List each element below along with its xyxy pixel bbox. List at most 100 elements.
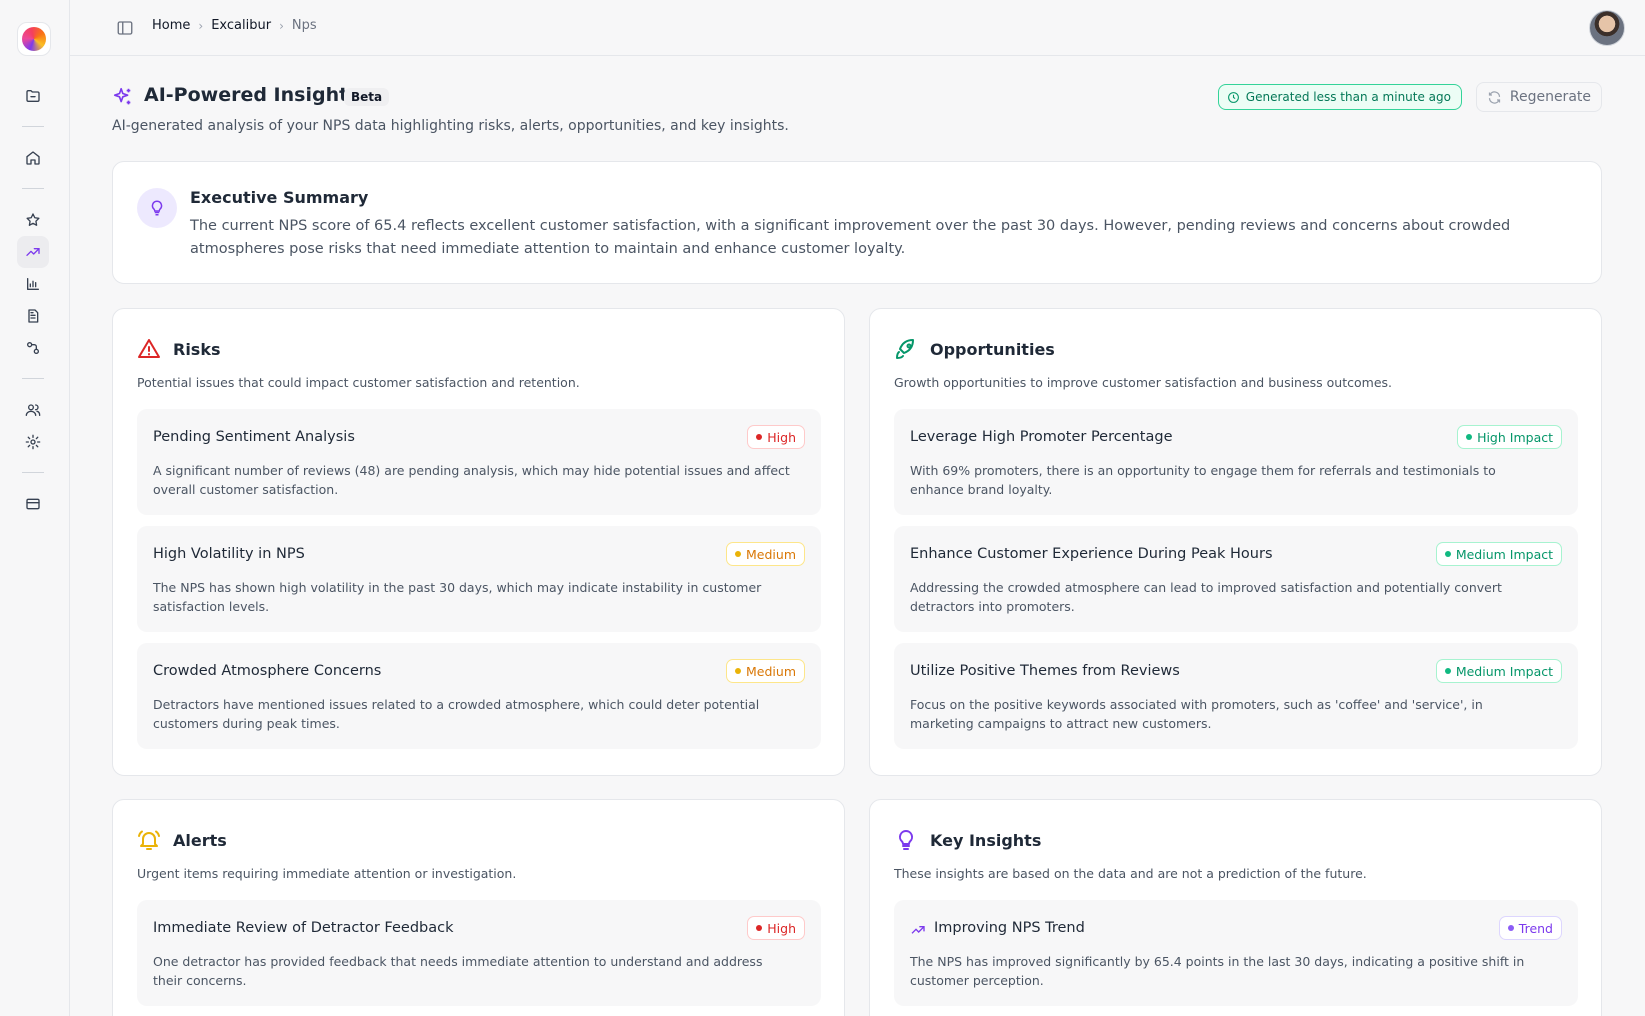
summary-title: Executive Summary <box>190 188 369 207</box>
status-dot <box>756 925 763 931</box>
sidebar-item-reports[interactable] <box>17 300 49 332</box>
trending-up-icon <box>910 922 926 938</box>
page-subtitle: AI-generated analysis of your NPS data h… <box>112 118 789 134</box>
alert-triangle-icon <box>137 337 161 361</box>
sidebar-item-team[interactable] <box>17 394 49 426</box>
app-logo[interactable] <box>17 22 51 56</box>
regenerate-label: Regenerate <box>1509 89 1591 105</box>
breadcrumb-home[interactable]: Home <box>152 18 190 33</box>
credit-card-icon <box>26 498 40 510</box>
opportunity-item-text: With 69% promoters, there is an opportun… <box>910 463 1496 497</box>
risk-item-title: Crowded Atmosphere Concerns <box>153 663 382 679</box>
opportunity-item-text: Focus on the positive keywords associate… <box>910 697 1483 731</box>
lightbulb-icon <box>137 188 177 228</box>
risk-item[interactable]: Crowded Atmosphere Concerns Medium Detra… <box>137 643 821 749</box>
impact-badge: High Impact <box>1457 425 1562 449</box>
sidebar-divider <box>22 188 44 189</box>
risk-item-title: Pending Sentiment Analysis <box>153 429 355 445</box>
breadcrumb: Home › Excalibur › Nps <box>152 18 317 33</box>
risk-item[interactable]: High Volatility in NPS Medium The NPS ha… <box>137 526 821 632</box>
sidebar-item-analytics[interactable] <box>17 268 49 300</box>
risks-card: Risks Potential issues that could impact… <box>112 308 845 776</box>
sidebar-item-projects[interactable] <box>17 80 49 112</box>
sidebar-item-favorites[interactable] <box>17 204 49 236</box>
logo-mark <box>22 27 46 51</box>
document-icon <box>28 309 39 323</box>
sidebar-item-billing[interactable] <box>17 488 49 520</box>
chevron-right-icon: › <box>198 18 204 33</box>
impact-badge: Medium Impact <box>1435 659 1562 683</box>
risk-item-text: A significant number of reviews (48) are… <box>153 463 790 497</box>
insight-item-title: Improving NPS Trend <box>934 920 1085 936</box>
breadcrumb-current: Nps <box>291 18 317 33</box>
sidebar-divider <box>22 378 44 379</box>
severity-badge-label: Medium <box>746 546 796 562</box>
status-dot <box>756 434 763 440</box>
opportunity-item[interactable]: Leverage High Promoter Percentage High I… <box>894 409 1578 515</box>
risk-item-title: High Volatility in NPS <box>153 546 305 562</box>
sidebar-item-nps[interactable] <box>17 236 49 268</box>
generated-status-badge: Generated less than a minute ago <box>1217 84 1462 110</box>
sidebar-divider <box>22 126 44 127</box>
opportunity-item[interactable]: Utilize Positive Themes from Reviews Med… <box>894 643 1578 749</box>
breadcrumb-project[interactable]: Excalibur <box>211 18 271 33</box>
key-insights-description: These insights are based on the data and… <box>894 866 1367 881</box>
alerts-title: Alerts <box>173 831 227 850</box>
severity-badge: High <box>747 425 805 449</box>
bar-chart-icon <box>27 278 39 290</box>
sidebar-item-integrations[interactable] <box>17 332 49 364</box>
settings-icon <box>25 434 41 450</box>
trending-up-icon <box>26 248 40 256</box>
sidebar-item-settings[interactable] <box>17 426 49 458</box>
insight-item[interactable]: Improving NPS Trend Trend The NPS has im… <box>894 900 1578 1006</box>
severity-badge: Medium <box>726 659 805 683</box>
impact-badge-label: Medium Impact <box>1455 546 1553 562</box>
severity-badge: Medium <box>726 542 805 566</box>
status-dot <box>1466 434 1473 440</box>
opportunity-item[interactable]: Enhance Customer Experience During Peak … <box>894 526 1578 632</box>
severity-badge-label: Medium <box>746 663 796 679</box>
impact-badge-label: High Impact <box>1477 429 1553 445</box>
impact-badge-label: Medium Impact <box>1455 663 1553 679</box>
folder-icon <box>26 90 40 102</box>
user-avatar[interactable] <box>1589 10 1625 46</box>
rocket-icon <box>894 337 918 361</box>
regenerate-button[interactable]: Regenerate <box>1475 82 1602 112</box>
star-icon <box>26 213 40 226</box>
panel-left-icon <box>117 21 133 35</box>
opportunities-title: Opportunities <box>930 340 1055 359</box>
alert-item[interactable]: Immediate Review of Detractor Feedback H… <box>137 900 821 1006</box>
status-dot <box>735 551 742 557</box>
severity-badge-label: High <box>767 920 796 936</box>
integrations-icon <box>26 342 39 354</box>
risk-item[interactable]: Pending Sentiment Analysis High A signif… <box>137 409 821 515</box>
opportunities-card: Opportunities Growth opportunities to im… <box>869 308 1602 776</box>
trend-badge-label: Trend <box>1518 920 1553 936</box>
risks-description: Potential issues that could impact custo… <box>137 375 580 390</box>
sidebar-divider <box>22 472 44 473</box>
status-dot <box>1507 925 1514 931</box>
opportunities-description: Growth opportunities to improve customer… <box>894 375 1393 390</box>
sidebar-item-home[interactable] <box>17 142 49 174</box>
page-header: AI-Powered Insights Beta AI-generated an… <box>112 82 1602 142</box>
topbar: Home › Excalibur › Nps <box>70 0 1645 56</box>
alert-item-text: One detractor has provided feedback that… <box>153 954 763 988</box>
risk-item-text: Detractors have mentioned issues related… <box>153 697 760 731</box>
alert-item-title: Immediate Review of Detractor Feedback <box>153 920 454 936</box>
bell-ring-icon <box>137 828 161 852</box>
sparkles-icon <box>112 86 134 108</box>
refresh-icon <box>1488 90 1500 104</box>
summary-text: The current NPS score of 65.4 reflects e… <box>190 218 1511 257</box>
home-icon <box>26 151 40 165</box>
sidebar-toggle-button[interactable] <box>116 19 134 37</box>
alerts-description: Urgent items requiring immediate attenti… <box>137 866 517 881</box>
impact-badge: Medium Impact <box>1435 542 1562 566</box>
chevron-right-icon: › <box>279 18 284 33</box>
executive-summary-card: Executive Summary The current NPS score … <box>112 161 1602 284</box>
severity-badge-label: High <box>767 429 796 445</box>
key-insights-card: Key Insights These insights are based on… <box>869 799 1602 1016</box>
sidebar <box>0 0 70 1016</box>
severity-badge: High <box>747 916 805 940</box>
trend-badge: Trend <box>1498 916 1562 940</box>
generated-status-text: Generated less than a minute ago <box>1245 90 1451 104</box>
